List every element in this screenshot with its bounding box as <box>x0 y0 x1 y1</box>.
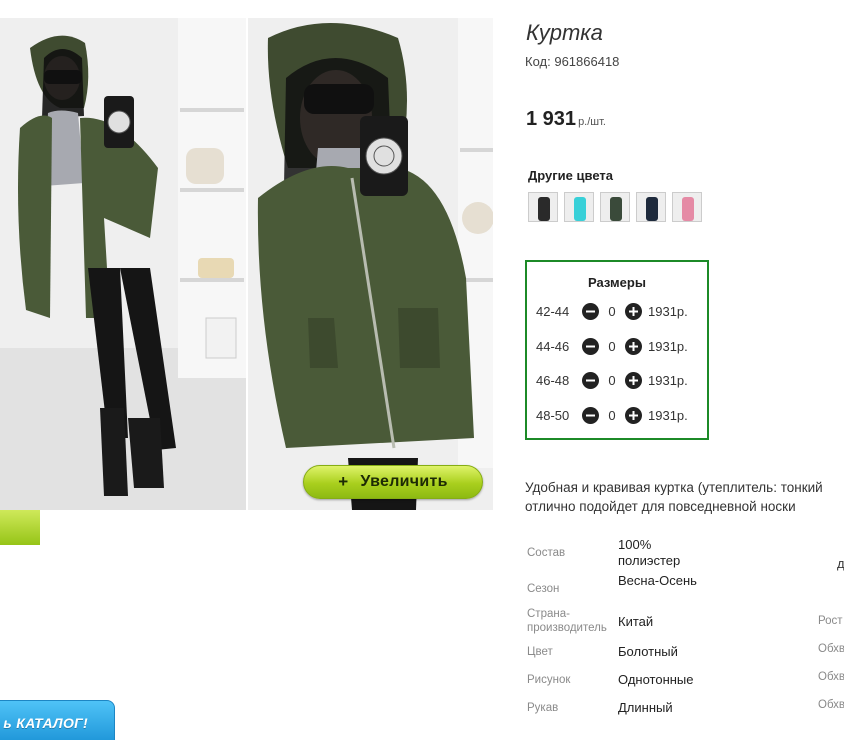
size-label: 48-50 <box>536 407 570 423</box>
quantity-value[interactable]: 0 <box>599 339 625 354</box>
zoom-button[interactable]: + Увеличить <box>303 465 483 499</box>
color-swatch[interactable] <box>636 192 666 222</box>
product-price: 1 931 р./шт. <box>526 108 606 131</box>
color-swatch[interactable] <box>600 192 630 222</box>
right-column-glyph: д <box>837 556 844 571</box>
zoom-button-label: Увеличить <box>360 473 448 490</box>
color-swatch[interactable] <box>564 192 594 222</box>
increase-quantity-button[interactable] <box>625 406 642 424</box>
swatch-fill <box>646 197 658 221</box>
spec-value: Однотонные <box>618 672 694 687</box>
spec-value: Китай <box>618 614 654 629</box>
product-code: Код: 961866418 <box>525 54 619 69</box>
spec-label: Страна-производитель <box>527 608 607 634</box>
spec-value: Длинный <box>618 700 673 715</box>
sizes-title: Размеры <box>588 275 646 290</box>
product-photo-full-length[interactable] <box>0 18 246 510</box>
quantity-value[interactable]: 0 <box>599 304 625 319</box>
size-label: 42-44 <box>536 303 570 319</box>
minus-icon <box>586 310 595 312</box>
size-label: 44-46 <box>536 338 570 354</box>
swatch-fill <box>574 197 586 221</box>
measurement-label: Обхв <box>818 699 844 711</box>
size-row: 42-44 0 1931р. <box>536 301 688 321</box>
size-price: 1931р. <box>648 338 688 354</box>
increase-quantity-button[interactable] <box>625 302 642 320</box>
minus-icon <box>586 414 595 416</box>
plus-icon <box>629 341 638 351</box>
minus-icon <box>586 345 595 347</box>
increase-quantity-button[interactable] <box>625 371 642 389</box>
size-row: 44-46 0 1931р. <box>536 336 688 356</box>
product-description: Удобная и кравивая куртка (утеплитель: т… <box>525 478 844 516</box>
swatch-fill <box>538 197 550 221</box>
price-unit: р./шт. <box>578 116 606 128</box>
swatch-fill <box>610 197 622 221</box>
increase-quantity-button[interactable] <box>625 337 642 355</box>
top-strip <box>0 0 515 18</box>
measurement-label: Обхв <box>818 643 844 655</box>
color-swatches <box>528 192 702 222</box>
swatch-fill <box>682 197 694 221</box>
plus-icon <box>629 306 638 316</box>
sizes-box: Размеры 42-44 0 1931р. 44-46 0 1931р. 46… <box>525 260 709 440</box>
product-code-label: Код: <box>525 54 551 69</box>
minus-icon <box>586 379 595 381</box>
decrease-quantity-button[interactable] <box>582 337 599 355</box>
measurement-label: Рост <box>818 615 843 627</box>
description-line: отлично подойдет для повседневной носки <box>525 499 796 514</box>
spec-value: Весна-Осень <box>618 573 697 588</box>
spec-label: Цвет <box>527 646 553 658</box>
spec-label: Состав <box>527 547 566 559</box>
decrease-quantity-button[interactable] <box>582 302 599 320</box>
color-swatch[interactable] <box>672 192 702 222</box>
catalog-button[interactable]: ь КАТАЛОГ! <box>0 700 115 740</box>
spec-label: Сезон <box>527 583 560 595</box>
size-row: 46-48 0 1931р. <box>536 370 688 390</box>
size-price: 1931р. <box>648 407 688 423</box>
decrease-quantity-button[interactable] <box>582 371 599 389</box>
spec-value: 100% полиэстер <box>618 537 681 568</box>
plus-icon <box>629 410 638 420</box>
size-price: 1931р. <box>648 372 688 388</box>
description-line: Удобная и кравивая куртка (утеплитель: т… <box>525 480 823 495</box>
size-price: 1931р. <box>648 303 688 319</box>
gallery-tab[interactable] <box>0 510 40 545</box>
product-code-value: 961866418 <box>554 54 620 69</box>
photo-closeup-illustration <box>248 18 493 510</box>
other-colors-title: Другие цвета <box>528 168 613 183</box>
color-swatch[interactable] <box>528 192 558 222</box>
spec-label: Рисунок <box>527 674 571 686</box>
product-photo-closeup[interactable] <box>248 18 493 510</box>
product-title: Куртка <box>526 20 603 45</box>
size-row: 48-50 0 1931р. <box>536 405 688 425</box>
quantity-value[interactable]: 0 <box>599 373 625 388</box>
spec-label: Рукав <box>527 702 559 714</box>
price-value: 1 931 <box>526 108 577 130</box>
spec-value: Болотный <box>618 644 678 659</box>
size-label: 46-48 <box>536 372 570 388</box>
plus-icon <box>629 375 638 385</box>
quantity-value[interactable]: 0 <box>599 408 625 423</box>
zoom-plus-icon: + <box>338 472 349 491</box>
photo-full-length-illustration <box>0 18 246 510</box>
decrease-quantity-button[interactable] <box>582 406 599 424</box>
measurement-label: Обхв <box>818 671 844 683</box>
